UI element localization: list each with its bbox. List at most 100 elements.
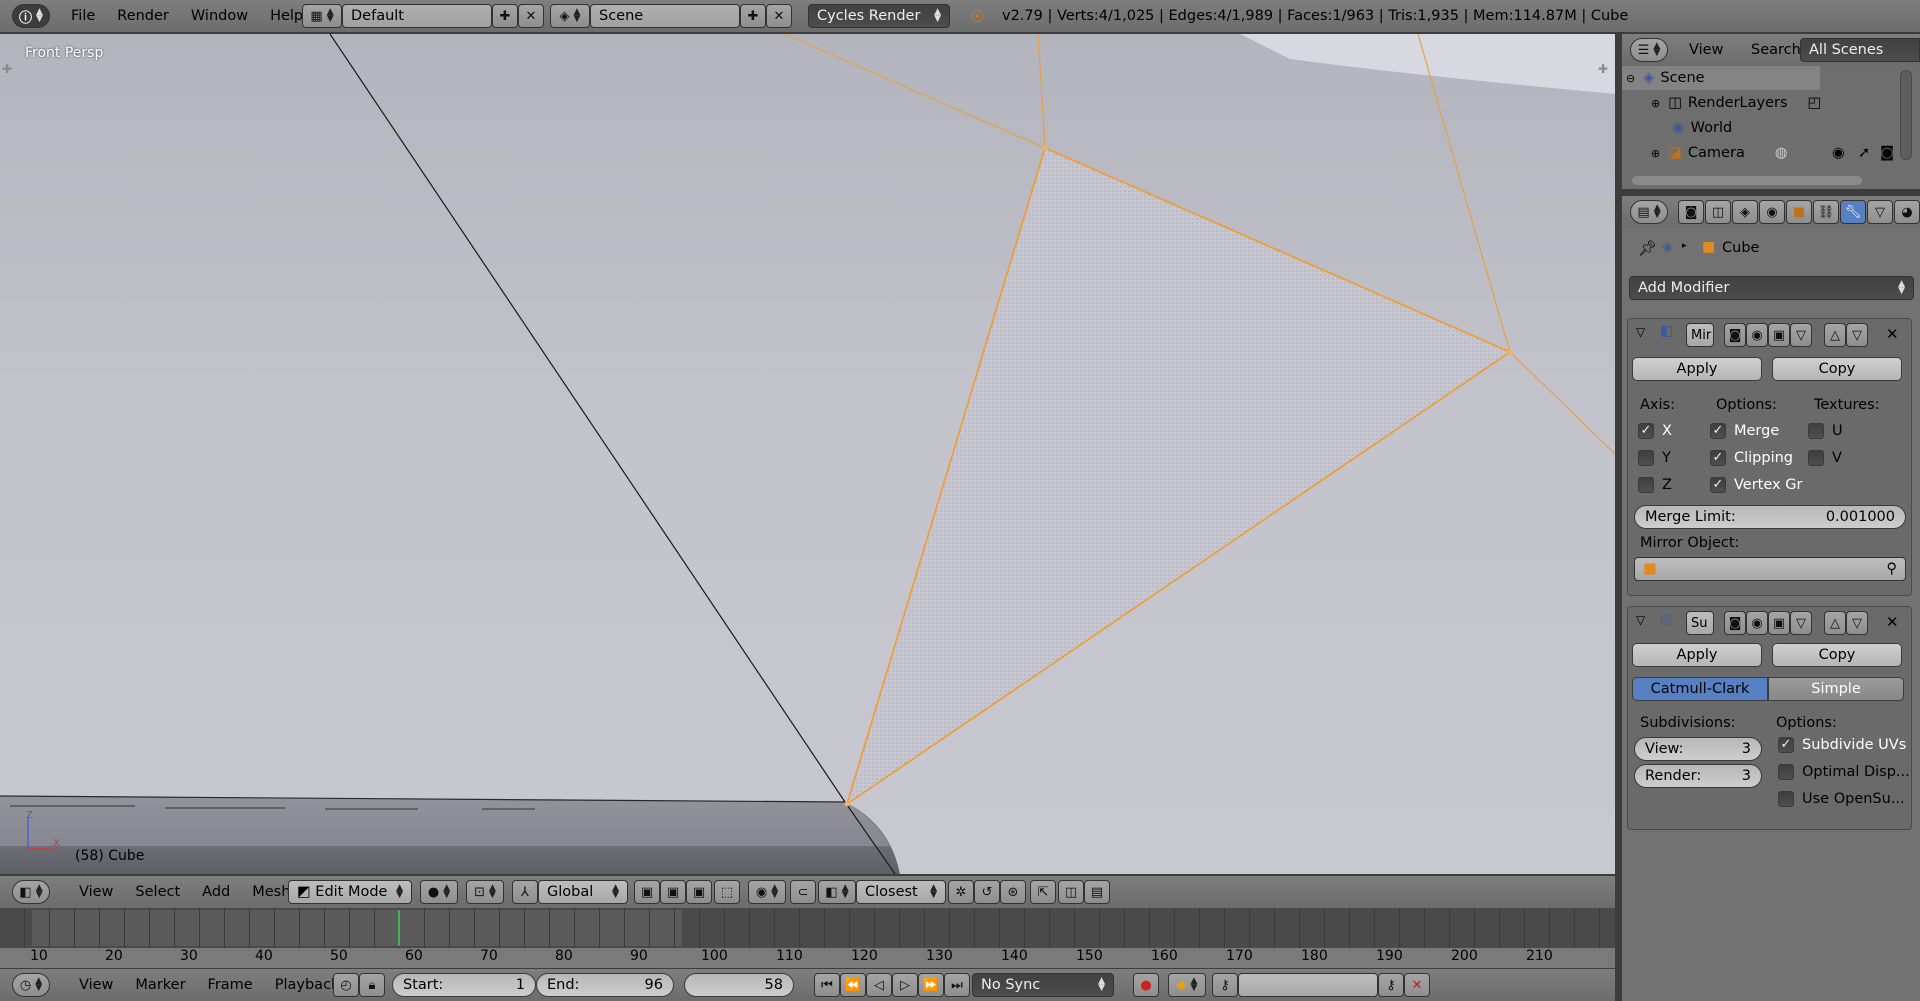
texture-v-checkbox[interactable] — [1808, 450, 1824, 466]
mirror-apply-button[interactable]: Apply — [1632, 357, 1762, 381]
jump-keyframe-forward-button[interactable]: ⏩ — [918, 973, 944, 997]
current-frame-field[interactable]: 58 — [684, 973, 794, 997]
play-reverse-button[interactable]: ◁ — [866, 973, 892, 997]
tab-modifiers[interactable]: 🔧︎ — [1840, 200, 1866, 224]
lock-range-button[interactable]: 🔒︎ — [359, 973, 385, 997]
axis-x-checkbox[interactable]: ✓ — [1638, 423, 1654, 439]
merge-limit-field[interactable]: Merge Limit: 0.001000 — [1634, 505, 1906, 529]
delete-scene-button[interactable]: ✕ — [766, 4, 792, 28]
collapse-icon[interactable]: ⊖ — [1626, 72, 1635, 85]
scene-browse-button[interactable]: ◈ ▲ ▼ — [550, 4, 590, 28]
viewport-expand-left-icon[interactable]: ✚ — [2, 62, 12, 76]
subsurf-render-toggle[interactable]: ◙ — [1724, 611, 1746, 635]
pose-copy-button[interactable]: ⇱ — [1030, 880, 1056, 904]
snap-project-button[interactable]: ⊛ — [1000, 880, 1026, 904]
proportional-edit-select[interactable]: ◉ ▲ ▼ — [748, 880, 786, 904]
outliner-hscrollbar[interactable] — [1632, 176, 1862, 185]
mirror-render-toggle[interactable]: ◙ — [1724, 323, 1746, 347]
mode-select[interactable]: ◩ Edit Mode ▲ ▼ — [288, 880, 412, 904]
editor-type-info-button[interactable]: ⓘ ▲ ▼ — [12, 4, 50, 28]
axis-y-checkbox[interactable] — [1638, 450, 1654, 466]
mirror-copy-button[interactable]: Copy — [1772, 357, 1902, 381]
keying-set-field[interactable] — [1238, 973, 1378, 997]
snap-element-select[interactable]: ◧ ▲ ▼ — [818, 880, 856, 904]
tab-scene[interactable]: ◈ — [1732, 200, 1758, 224]
eyedropper-icon[interactable]: ⚲ — [1886, 561, 1897, 577]
expand-icon[interactable]: ⊕ — [1651, 147, 1660, 160]
tab-constraints[interactable]: ⛓ — [1813, 200, 1839, 224]
menu-window[interactable]: Window — [180, 8, 259, 24]
timeline-area[interactable] — [0, 908, 1615, 968]
menu-marker[interactable]: Marker — [124, 977, 196, 993]
subsurf-viewport-toggle[interactable]: ◉ — [1746, 611, 1768, 635]
play-button[interactable]: ▷ — [892, 973, 918, 997]
snap-toggle-button[interactable]: ⊂ — [790, 880, 816, 904]
tab-object[interactable]: ■ — [1786, 200, 1812, 224]
mirror-remove-icon[interactable]: ✕ — [1886, 325, 1899, 343]
outliner-item-world[interactable]: ◉ World — [1622, 116, 1902, 140]
subsurf-apply-button[interactable]: Apply — [1632, 643, 1762, 667]
simple-button[interactable]: Simple — [1768, 677, 1904, 701]
preview-range-button[interactable]: ◴ — [333, 973, 359, 997]
start-frame-field[interactable]: Start: 1 — [392, 973, 536, 997]
menu-view[interactable]: View — [68, 884, 124, 900]
delete-keyframe-button[interactable]: ✕ — [1404, 973, 1430, 997]
jump-end-button[interactable]: ⏭ — [944, 973, 970, 997]
add-screen-button[interactable]: ✚ — [492, 4, 518, 28]
jump-keyframe-back-button[interactable]: ⏪ — [840, 973, 866, 997]
menu-render[interactable]: Render — [106, 8, 180, 24]
outliner-display-select[interactable]: All Scenes — [1800, 38, 1920, 62]
render-levels-field[interactable]: Render: 3 — [1634, 764, 1762, 788]
keying-set-select[interactable]: ◆ ▲ ▼ — [1168, 973, 1206, 997]
limit-selection-button[interactable]: ⬚ — [714, 880, 740, 904]
orientation-select[interactable]: Global ▲ ▼ — [538, 880, 628, 904]
mirror-cage-toggle[interactable]: ▽ — [1790, 323, 1812, 347]
align-rotation-button[interactable]: ↺ — [974, 880, 1000, 904]
subsurf-cage-toggle[interactable]: ▽ — [1790, 611, 1812, 635]
menu-view[interactable]: View — [1678, 42, 1734, 58]
end-frame-field[interactable]: End: 96 — [536, 973, 674, 997]
select-cursor-icon[interactable]: ➚ — [1858, 145, 1870, 161]
render-engine-select[interactable]: Cycles Render ▲ ▼ — [808, 4, 950, 28]
pivot-select[interactable]: ⊡ ▲ ▼ — [466, 880, 504, 904]
mirror-object-field[interactable]: ■ ⚲ — [1634, 557, 1906, 581]
merge-checkbox[interactable]: ✓ — [1710, 423, 1726, 439]
menu-add[interactable]: Add — [191, 884, 241, 900]
axis-z-checkbox[interactable] — [1638, 477, 1654, 493]
edge-select-mode-button[interactable]: ▣ — [660, 880, 686, 904]
catmull-clark-button[interactable]: Catmull-Clark — [1632, 677, 1768, 701]
editor-type-timeline-button[interactable]: ◷ ▲ ▼ — [12, 973, 50, 997]
view-levels-field[interactable]: View: 3 — [1634, 737, 1762, 761]
outliner-item-scene[interactable]: ⊖ ◈ Scene — [1622, 66, 1820, 90]
subsurf-name-field[interactable]: Su — [1686, 611, 1714, 635]
mirror-name-field[interactable]: Mir — [1686, 323, 1714, 347]
pin-icon[interactable]: 📌︎ — [1638, 239, 1657, 257]
expand-icon[interactable]: ⊕ — [1651, 97, 1660, 110]
tab-material[interactable]: ◕ — [1894, 200, 1920, 224]
current-frame-indicator[interactable] — [398, 910, 400, 946]
outliner[interactable]: ⊖ ◈ Scene ⊕ ◫ RenderLayers ◰ ◉ World ⊕ ◪… — [1622, 66, 1920, 189]
editor-type-properties-button[interactable]: ▤ ▲ ▼ — [1630, 200, 1668, 224]
delete-screen-button[interactable]: ✕ — [518, 4, 544, 28]
collapse-triangle-icon[interactable]: ▽ — [1636, 325, 1645, 339]
shading-select[interactable]: ● ▲ ▼ — [420, 880, 458, 904]
vertex-group-checkbox[interactable]: ✓ — [1710, 477, 1726, 493]
subsurf-copy-button[interactable]: Copy — [1772, 643, 1902, 667]
active-keying-set-button[interactable]: ⚷ — [1212, 973, 1238, 997]
mirror-move-down-button[interactable]: ▽ — [1846, 323, 1868, 347]
tab-render[interactable]: ◙ — [1678, 200, 1704, 224]
subsurf-remove-icon[interactable]: ✕ — [1886, 613, 1899, 631]
jump-start-button[interactable]: ⏮ — [814, 973, 840, 997]
manipulator-button[interactable]: ⅄ — [512, 880, 538, 904]
subdivide-uvs-checkbox[interactable]: ✓ — [1778, 737, 1794, 753]
3d-viewport[interactable]: Front Persp Z X (58) Cube ✚ ✚ — [0, 34, 1615, 874]
editor-type-outliner-button[interactable]: ☰ ▲ ▼ — [1630, 38, 1668, 62]
opengl-anim-button[interactable]: ▤ — [1084, 880, 1110, 904]
screen-layout-field[interactable]: Default — [342, 4, 492, 28]
subsurf-move-up-button[interactable]: △ — [1824, 611, 1846, 635]
tab-render-layers[interactable]: ◫ — [1705, 200, 1731, 224]
menu-view[interactable]: View — [68, 977, 124, 993]
tab-world[interactable]: ◉ — [1759, 200, 1785, 224]
add-scene-button[interactable]: ✚ — [740, 4, 766, 28]
outliner-item-renderlayers[interactable]: ⊕ ◫ RenderLayers ◰ — [1622, 91, 1902, 115]
